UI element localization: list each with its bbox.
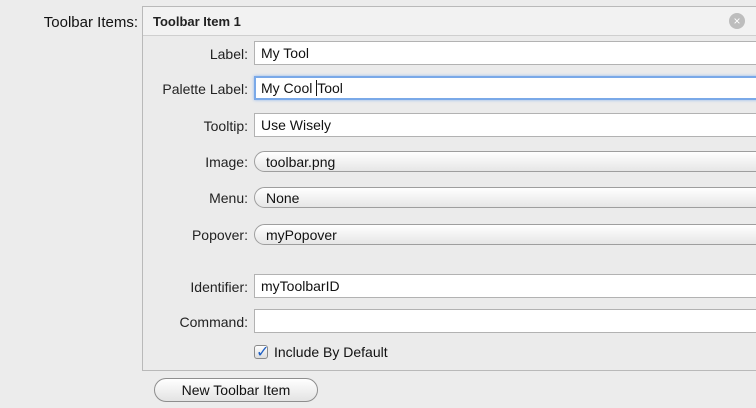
palette-label-text-before-caret: My Cool: [261, 80, 317, 96]
identifier-row: Identifier: myToolbarID: [143, 272, 756, 302]
palette-label-input[interactable]: My Cool Tool: [254, 76, 756, 100]
popover-popup-value: myPopover: [266, 227, 337, 243]
menu-popup-value: None: [266, 190, 300, 206]
image-popup-value: toolbar.png: [266, 154, 336, 170]
checkmark-icon: ✓: [256, 344, 270, 361]
image-popup[interactable]: toolbar.png ▲▼: [254, 151, 756, 172]
palette-label-field-label: Palette Label:: [162, 81, 248, 97]
include-by-default-checkbox[interactable]: ✓: [254, 344, 270, 361]
menu-row: Menu: None ▲▼: [143, 183, 756, 213]
close-icon[interactable]: ×: [729, 13, 745, 29]
popover-row: Popover: myPopover ▲▼: [143, 220, 756, 250]
palette-label-row: Palette Label: My Cool Tool: [143, 74, 756, 104]
toolbar-item-panel: Toolbar Item 1 × Label: My Tool Palette …: [142, 6, 756, 371]
label-field-label: Label:: [209, 46, 248, 62]
panel-title: Toolbar Item 1: [153, 14, 241, 29]
menu-field-label: Menu:: [209, 190, 248, 206]
image-field-label: Image:: [205, 154, 248, 170]
command-row: Command:: [143, 307, 756, 337]
popover-field-label: Popover:: [191, 227, 248, 243]
palette-label-text-after-caret: Tool: [317, 80, 343, 96]
tooltip-input[interactable]: Use Wisely: [254, 113, 756, 137]
identifier-field-label: Identifier:: [190, 279, 248, 295]
tooltip-field-label: Tooltip:: [203, 118, 248, 134]
footer: New Toolbar Item: [142, 371, 756, 408]
image-row: Image: toolbar.png ▲▼: [143, 147, 756, 177]
identifier-input[interactable]: myToolbarID: [254, 274, 756, 298]
command-input[interactable]: [254, 309, 756, 333]
label-input[interactable]: My Tool: [254, 41, 756, 65]
toolbar-items-label: Toolbar Items:: [43, 14, 138, 31]
command-field-label: Command:: [179, 314, 248, 330]
new-toolbar-item-button[interactable]: New Toolbar Item: [154, 378, 318, 402]
tooltip-row: Tooltip: Use Wisely: [143, 111, 756, 141]
popover-popup[interactable]: myPopover ▲▼: [254, 224, 756, 245]
include-by-default-label[interactable]: Include By Default: [274, 344, 388, 360]
panel-header: Toolbar Item 1 ×: [143, 7, 756, 36]
label-row: Label: My Tool: [143, 39, 756, 69]
menu-popup[interactable]: None ▲▼: [254, 187, 756, 208]
